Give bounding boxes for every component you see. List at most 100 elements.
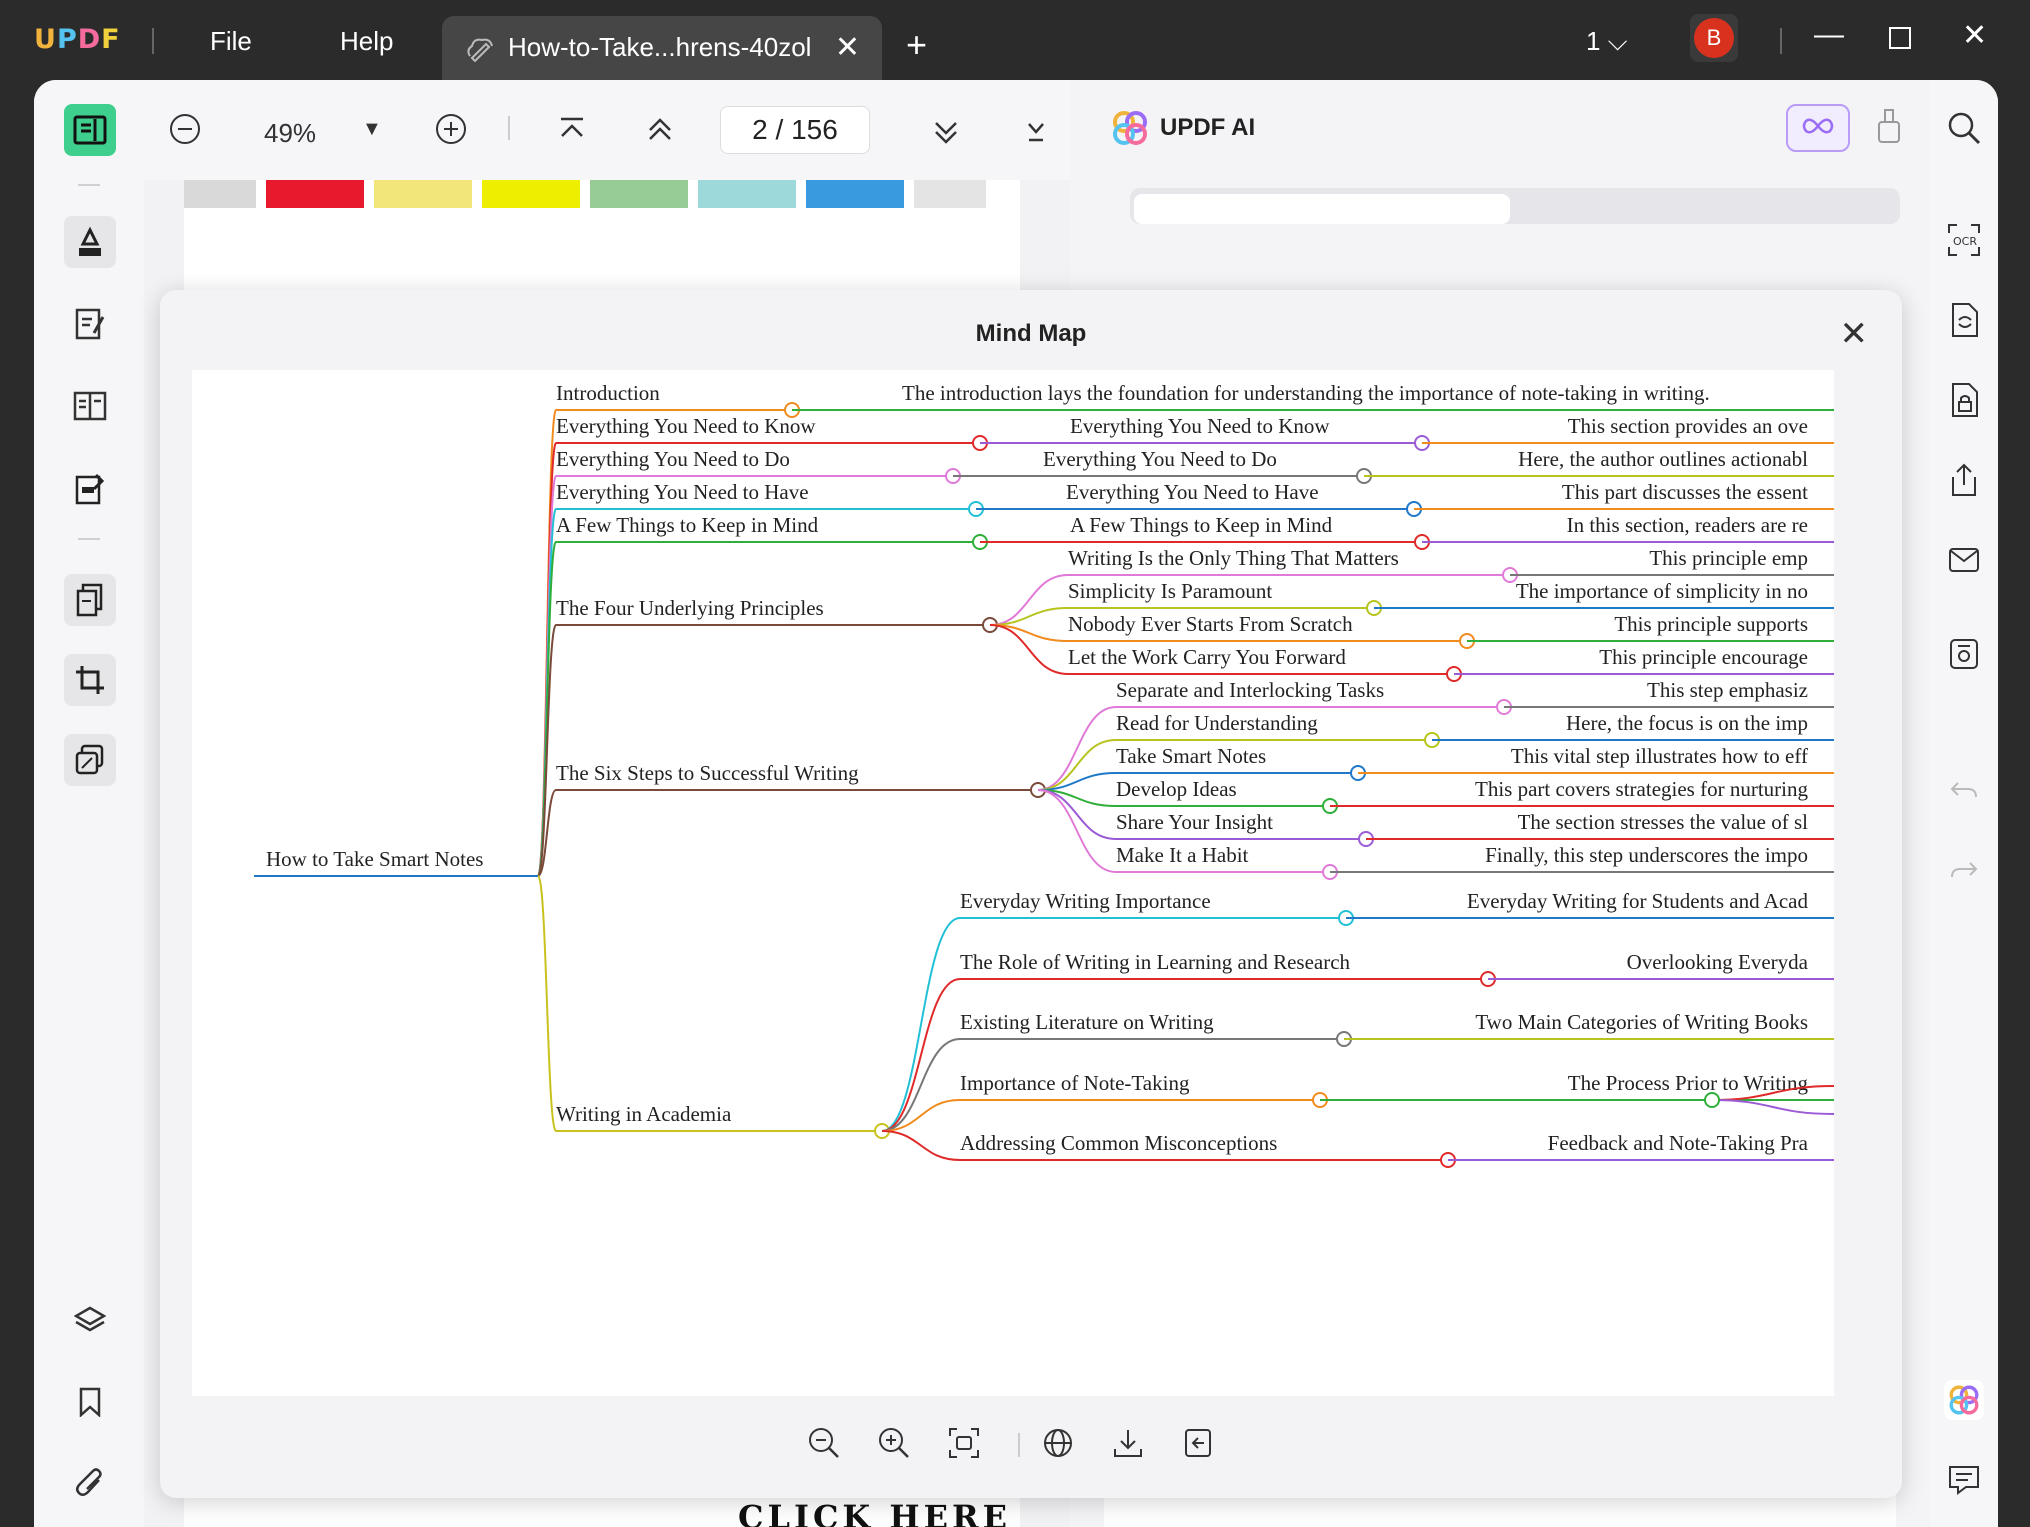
level3-node-label: This principle supports: [1614, 612, 1808, 636]
zoom-level[interactable]: 49%: [264, 118, 316, 149]
level1-node-label: The Six Steps to Successful Writing: [556, 761, 859, 785]
clean-chat-icon[interactable]: [1876, 108, 1902, 149]
level2-node-label: Simplicity Is Paramount: [1068, 579, 1272, 603]
sidebar-divider: [78, 184, 100, 186]
first-page-icon[interactable]: [558, 116, 586, 149]
chevron-down-icon: ⌵: [1607, 26, 1628, 56]
convert-pdf-icon[interactable]: [1944, 300, 1984, 340]
root-node-label: How to Take Smart Notes: [266, 847, 483, 871]
redo-icon[interactable]: [1944, 850, 1984, 890]
level2-node-label: The introduction lays the foundation for…: [902, 381, 1710, 405]
email-icon[interactable]: [1944, 540, 1984, 580]
close-window-icon[interactable]: ✕: [1962, 18, 1987, 53]
page-number-input[interactable]: 2 / 156: [720, 106, 870, 154]
level2-node-label: Let the Work Carry You Forward: [1068, 645, 1346, 669]
next-page-icon[interactable]: [932, 120, 960, 153]
ai-panel-title: UPDF AI: [1160, 114, 1256, 141]
zoom-out-icon[interactable]: [168, 112, 202, 153]
save-icon[interactable]: [1944, 634, 1984, 674]
swatch-blue: [806, 180, 904, 208]
menu-file[interactable]: File: [210, 26, 252, 57]
page-tools-icon[interactable]: [64, 574, 116, 626]
level3-node-label: This part discusses the essent: [1562, 480, 1808, 504]
mind-map-title: Mind Map: [975, 320, 1087, 347]
window-count-selector[interactable]: 1 ⌵: [1586, 26, 1627, 58]
left-sidebar: [34, 80, 144, 1527]
level3-node-label: Here, the focus is on the imp: [1566, 711, 1808, 735]
level3-node-label: Overlooking Everyda: [1627, 950, 1809, 974]
protect-pdf-icon[interactable]: [1944, 380, 1984, 420]
mindmap-zoom-in-icon[interactable]: [876, 1425, 912, 1461]
ai-tab-active[interactable]: [1134, 194, 1510, 224]
download-icon[interactable]: [1110, 1425, 1146, 1461]
right-sidebar: OCR: [1930, 80, 1998, 1527]
insert-to-document-icon[interactable]: [1180, 1425, 1216, 1461]
svg-text:OCR: OCR: [1953, 235, 1977, 248]
swatch-light-gray: [914, 180, 986, 208]
minimize-icon[interactable]: —: [1814, 18, 1844, 52]
attachment-icon[interactable]: [64, 1456, 116, 1508]
edit-pdf-icon[interactable]: [64, 298, 116, 350]
ocr-icon[interactable]: OCR: [1944, 220, 1984, 260]
user-avatar[interactable]: B: [1690, 14, 1738, 62]
previous-page-icon[interactable]: [646, 116, 674, 149]
mind-map-dialog: Mind Map ✕ How to Take Smart Notes Introd…: [160, 290, 1902, 1498]
level1-node-label: A Few Things to Keep in Mind: [556, 513, 819, 537]
mindmap-zoom-out-icon[interactable]: [806, 1425, 842, 1461]
globe-language-icon[interactable]: [1040, 1425, 1076, 1461]
crop-icon[interactable]: [64, 654, 116, 706]
ai-mode-toggle[interactable]: [1786, 104, 1850, 152]
toolbar-divider: [508, 116, 510, 140]
level3-node-label: This vital step illustrates how to eff: [1511, 744, 1808, 768]
comment-highlight-icon[interactable]: [64, 216, 116, 268]
new-tab-icon[interactable]: +: [906, 24, 927, 66]
menu-help[interactable]: Help: [340, 26, 393, 57]
last-page-icon[interactable]: [1026, 120, 1046, 153]
sidebar-divider: [78, 538, 100, 540]
level3-node-label: The section stresses the value of sl: [1518, 810, 1809, 834]
reader-mode-icon[interactable]: [64, 104, 116, 156]
swatch-green: [590, 180, 688, 208]
updf-logo: UPDF: [34, 24, 121, 55]
updf-ai-icon[interactable]: [1944, 1380, 1984, 1420]
sub-branch-curve: [1037, 789, 1117, 873]
level3-node-label: This section provides an ove: [1568, 414, 1808, 438]
zoom-in-icon[interactable]: [434, 112, 468, 153]
level2-node-label: Everyday Writing Importance: [960, 889, 1211, 913]
undo-icon[interactable]: [1944, 770, 1984, 810]
search-icon[interactable]: [1944, 108, 1984, 148]
zoom-dropdown-icon[interactable]: ▼: [362, 118, 382, 141]
fit-to-screen-icon[interactable]: [946, 1425, 982, 1461]
level3-node-label: Feedback and Note-Taking Pra: [1548, 1131, 1809, 1155]
protect-icon[interactable]: [64, 734, 116, 786]
document-tab[interactable]: How-to-Take...hrens-40zol ✕: [442, 16, 882, 80]
close-dialog-icon[interactable]: ✕: [1840, 314, 1869, 354]
level2-node-label: Everything You Need to Know: [1070, 414, 1330, 438]
level2-node-label: A Few Things to Keep in Mind: [1070, 513, 1333, 537]
level2-node-label: Addressing Common Misconceptions: [960, 1131, 1277, 1155]
layers-icon[interactable]: [64, 1294, 116, 1346]
sub-branch-curve: [881, 917, 961, 1132]
maximize-icon[interactable]: [1888, 24, 1912, 58]
organize-pages-icon[interactable]: [64, 380, 116, 432]
level1-node-label: Writing in Academia: [556, 1102, 732, 1126]
title-divider-2: [1780, 28, 1782, 54]
extra-node-dot: [1704, 1092, 1720, 1108]
bookmark-icon[interactable]: [64, 1376, 116, 1428]
level2-node-label: Importance of Note-Taking: [960, 1071, 1190, 1095]
swatch-yellow: [482, 180, 580, 208]
click-here-text[interactable]: CLICK HERE: [738, 1498, 1011, 1527]
window-count: 1: [1586, 26, 1601, 56]
form-icon[interactable]: [64, 462, 116, 514]
swatch-red: [266, 180, 364, 208]
document-toolbar: 49% ▼ 2 / 156: [144, 80, 1070, 180]
close-tab-icon[interactable]: ✕: [835, 30, 860, 65]
tab-title: How-to-Take...hrens-40zol: [508, 32, 812, 62]
level3-node-label: Two Main Categories of Writing Books: [1475, 1010, 1808, 1034]
ai-tab-strip: [1130, 188, 1900, 224]
mind-map-canvas[interactable]: How to Take Smart Notes Introduction The i…: [192, 370, 1834, 1396]
comments-list-icon[interactable]: [1944, 1460, 1984, 1500]
mind-map-toolbar: [160, 1415, 1902, 1471]
share-export-icon[interactable]: [1944, 460, 1984, 500]
sub-branch-curve: [881, 978, 961, 1132]
